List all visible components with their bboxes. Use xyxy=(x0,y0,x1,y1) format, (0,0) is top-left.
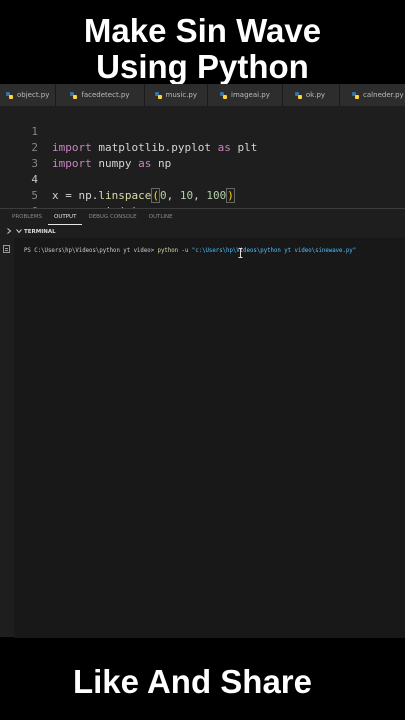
tab-label: imageai.py xyxy=(231,91,270,99)
video-title-line2: Using Python xyxy=(96,48,309,85)
tab-label: calneder.py xyxy=(363,91,404,99)
code-line: 3 xyxy=(0,140,405,170)
python-file-icon xyxy=(220,91,228,99)
editor-tabs: object.py facedetect.py music.py imageai… xyxy=(0,84,405,106)
terminal-path: "c:\Users\hp\Videos\python yt video\sine… xyxy=(191,248,357,254)
code-area[interactable]: 1 import matplotlib.pyplot as plt 2 impo… xyxy=(0,106,405,218)
python-file-icon xyxy=(6,91,13,99)
call-to-action: Like And Share xyxy=(72,663,312,700)
vscode-editor: object.py facedetect.py music.py imageai… xyxy=(0,84,405,638)
terminal-section-header[interactable]: TERMINAL xyxy=(0,226,405,238)
code-line: 6 xyxy=(0,188,405,218)
tab-facedetect[interactable]: facedetect.py xyxy=(56,84,145,106)
python-file-icon xyxy=(294,91,302,99)
terminal-list-icon[interactable] xyxy=(3,245,10,253)
terminal-command: python xyxy=(157,248,179,254)
terminal-output[interactable]: PS C:\Users\hp\Videos\python yt video> p… xyxy=(14,238,405,638)
text-cursor-icon xyxy=(238,248,243,258)
python-file-icon xyxy=(70,91,78,99)
chevron-down-icon[interactable] xyxy=(16,228,22,234)
code-line-active: 4 x = np.linspace(0, 10, 100) xyxy=(0,156,405,203)
code-line: 2 import numpy as np xyxy=(0,124,405,170)
python-file-icon xyxy=(352,91,360,99)
tab-music[interactable]: music.py xyxy=(144,84,209,106)
tab-outline[interactable]: OUTLINE xyxy=(143,209,179,225)
code-line: 5 y = np.sin(x) xyxy=(0,172,405,218)
tab-output[interactable]: OUTPUT xyxy=(48,209,83,225)
bottom-panel: PROBLEMS OUTPUT DEBUG CONSOLE OUTLINE TE… xyxy=(0,208,405,638)
tab-debug-console[interactable]: DEBUG CONSOLE xyxy=(82,209,142,225)
video-title-line1: Make Sin Wave xyxy=(83,12,322,49)
code-line: 1 import matplotlib.pyplot as plt xyxy=(0,108,405,154)
tab-calneder[interactable]: calneder.py xyxy=(340,84,405,106)
tab-label: object.py xyxy=(17,91,50,99)
tab-imageai[interactable]: imageai.py xyxy=(208,84,283,106)
tab-label: ok.py xyxy=(305,91,326,99)
chevron-right-icon[interactable] xyxy=(6,228,12,234)
tab-label: facedetect.py xyxy=(81,91,130,99)
tab-ok[interactable]: ok.py xyxy=(282,84,341,106)
panel-tabs: PROBLEMS OUTPUT DEBUG CONSOLE OUTLINE xyxy=(0,209,405,225)
tab-problems[interactable]: PROBLEMS xyxy=(0,209,48,225)
python-file-icon xyxy=(154,91,162,99)
tab-label: music.py xyxy=(165,91,198,99)
tab-object[interactable]: object.py xyxy=(0,84,57,106)
terminal-line: PS C:\Users\hp\Videos\python yt video> p… xyxy=(24,248,356,254)
terminal-label: TERMINAL xyxy=(24,229,56,235)
terminal-flag: -u xyxy=(178,248,192,254)
terminal-prompt: PS C:\Users\hp\Videos\python yt video> xyxy=(24,248,158,254)
